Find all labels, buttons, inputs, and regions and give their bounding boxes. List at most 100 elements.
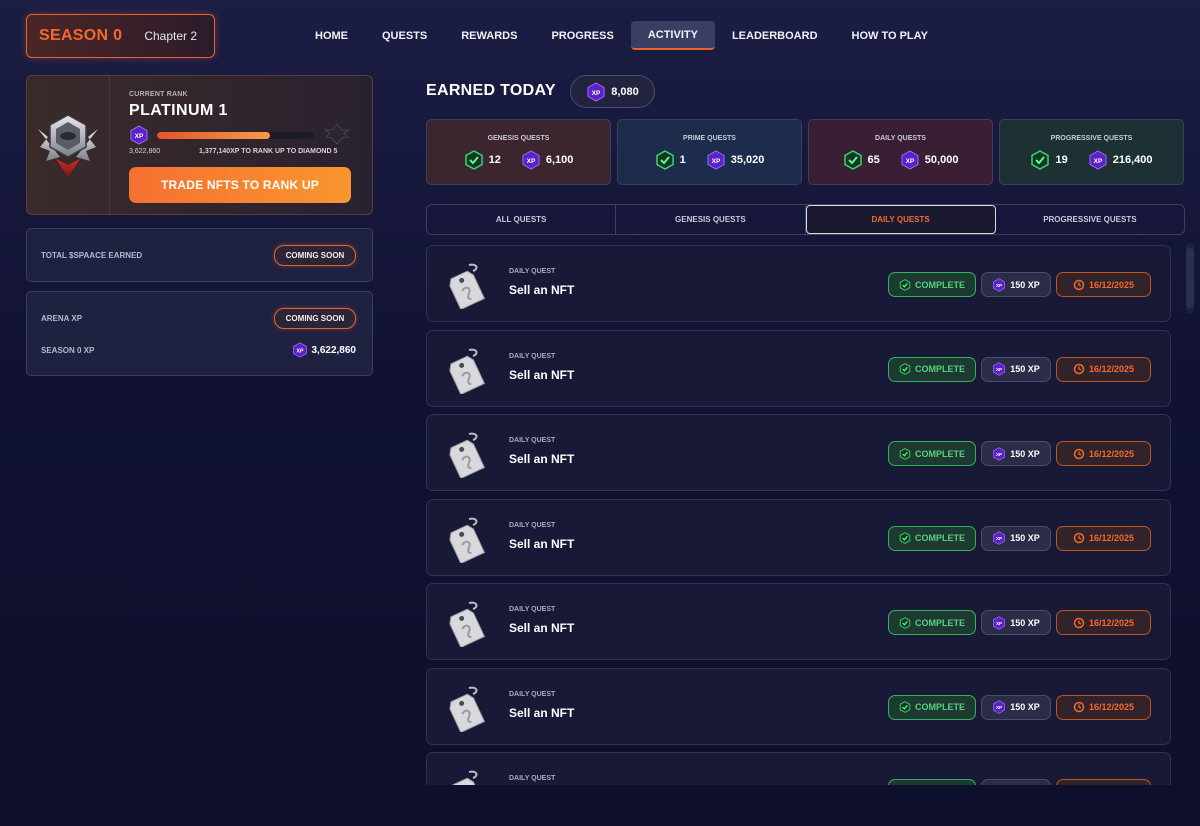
xp-icon-text: XP [905,158,914,165]
check-icon [655,150,674,170]
quest-title: Sell an NFT [509,705,575,720]
stat-card-values: 12 XP 6,100 [427,150,610,170]
nav-rewards[interactable]: REWARDS [444,21,534,50]
quest-xp: 150 XP [1010,448,1040,459]
price-tag-icon [449,601,486,647]
xp-icon: XP [707,150,725,170]
season-badge[interactable]: SEASON 0 Chapter 2 [26,14,215,58]
price-tag-icon [449,432,486,478]
quest-type: DAILY QUEST [509,775,556,782]
check-icon [899,447,911,460]
stat-card-values: 19 XP 216,400 [1000,150,1183,170]
price-tag-icon [449,517,486,563]
quest-row[interactable]: DAILY QUEST Sell an NFT COMPLETE XP 150 … [426,667,1171,745]
tab-all-quests[interactable]: ALL QUESTS [427,205,617,234]
arena-coming-soon-badge: COMING SOON [274,308,356,329]
earned-today-title: EARNED TODAY [426,82,556,99]
quest-date-badge: 16/12/2025 [1056,525,1151,551]
quest-date-badge: 16/12/2025 [1056,610,1151,635]
xp-icon-text: XP [592,90,601,97]
quest-row[interactable]: DAILY QUEST Sell an NFT COMPLETE XP 150 … [426,583,1171,660]
check-icon [899,278,911,291]
xp-icon-text: XP [711,158,720,165]
quest-title: Sell an NFT [509,283,575,297]
xp-icon-text: XP [1093,158,1102,165]
current-rank-label: CURRENT RANK [129,91,188,98]
quest-list[interactable]: DAILY QUEST Sell an NFT COMPLETE XP 150 … [426,245,1171,785]
rank-emblem-container [27,76,110,214]
tab-daily-quests[interactable]: DAILY QUESTS [805,205,996,234]
xp-icon: XP [1089,150,1107,170]
quest-status: COMPLETE [914,448,965,459]
quest-xp-badge: XP 150 XP [981,610,1051,635]
price-tag-icon [449,348,486,394]
check-icon [899,701,911,713]
stat-card-values: 65 XP 50,000 [809,150,992,170]
quest-row[interactable]: DAILY QUEST Sell an NFT COMPLETE XP 150 … [426,245,1171,322]
quest-title: Sell an NFT [509,452,575,466]
timer-icon [1073,448,1085,459]
season-title: SEASON 0 [39,27,123,44]
quest-xp: 150 XP [1010,617,1040,628]
check-icon [1031,150,1050,170]
nav-activity[interactable]: ACTIVITY [630,21,715,50]
quest-xp-badge: XP 150 XP [981,525,1051,551]
rank-xp-to-next: 1,377,140XP TO RANK UP TO DIAMOND 5 [199,148,338,155]
quest-date-badge [1056,779,1151,785]
quest-date: 16/12/2025 [1088,448,1135,459]
stat-card-xp: 216,400 [1112,154,1153,166]
quest-date-badge: 16/12/2025 [1056,356,1151,382]
quest-xp: 150 XP [1010,533,1040,543]
xp-icon: XP [993,615,1006,630]
stat-card-count: 19 [1055,154,1068,166]
quest-xp: 150 XP [1010,279,1040,290]
diamond-rank-emblem-icon [323,123,351,145]
tab-genesis-quests[interactable]: GENESIS QUESTS [616,205,806,234]
quest-status: COMPLETE [914,533,965,543]
main-nav: HOME QUESTS REWARDS PROGRESS ACTIVITY LE… [298,21,945,50]
quest-date-badge: 16/12/2025 [1056,694,1151,720]
stat-card-values: 1 XP 35,020 [618,150,801,170]
xp-icon-text: XP [996,536,1002,541]
quest-type: DAILY QUEST [509,690,556,698]
xp-icon-text: XP [527,158,536,165]
season-xp-value: 3,622,860 [311,344,357,356]
quest-complete-badge [888,779,976,785]
nav-quests[interactable]: QUESTS [365,21,444,50]
quest-status: COMPLETE [914,702,965,712]
quest-complete-badge: COMPLETE [888,610,976,635]
quest-row[interactable]: DAILY QUEST Sell an NFT COMPLETE XP 150 … [426,414,1171,491]
quest-row[interactable]: DAILY QUEST XP [426,752,1171,785]
quest-xp: 150 XP [1010,702,1040,712]
stat-card-count: 1 [679,154,686,166]
stat-card-label: PROGRESSIVE QUESTS [1050,135,1133,142]
xp-icon: XP [1013,784,1015,785]
quest-type: DAILY QUEST [509,352,556,360]
stat-card-label: PRIME QUESTS [683,135,736,142]
season-chapter: Chapter 2 [144,29,198,43]
rank-progress-fill [157,132,271,139]
nav-home[interactable]: HOME [298,21,365,50]
nav-leaderboard[interactable]: LEADERBOARD [715,21,835,50]
timer-icon [1073,532,1085,544]
quest-tabs: ALL QUESTS GENESIS QUESTS DAILY QUESTS P… [426,204,1185,235]
quest-status: COMPLETE [914,617,965,628]
xp-icon-text: XP [296,348,303,354]
quest-list-scrollbar[interactable] [1186,243,1194,313]
tab-progressive-quests[interactable]: PROGRESSIVE QUESTS [996,205,1184,234]
stat-card-count: 65 [867,154,880,166]
quest-xp-badge: XP 150 XP [981,356,1051,382]
quest-date: 16/12/2025 [1088,533,1135,543]
nav-progress[interactable]: PROGRESS [534,21,630,50]
quest-row[interactable]: DAILY QUEST Sell an NFT COMPLETE XP 150 … [426,498,1171,576]
quest-row[interactable]: DAILY QUEST Sell an NFT COMPLETE XP 150 … [426,329,1171,407]
timer-icon [1073,701,1085,713]
xp-icon-text: XP [996,621,1002,626]
scrollbar-thumb[interactable] [1186,248,1194,308]
quest-title: Sell an NFT [509,367,575,382]
quest-title: Sell an NFT [509,536,575,551]
price-tag-icon [449,770,486,785]
trade-nfts-button[interactable]: TRADE NFTS TO RANK UP [129,167,351,203]
quest-date: 16/12/2025 [1088,617,1135,628]
nav-how-to-play[interactable]: HOW TO PLAY [835,21,945,50]
